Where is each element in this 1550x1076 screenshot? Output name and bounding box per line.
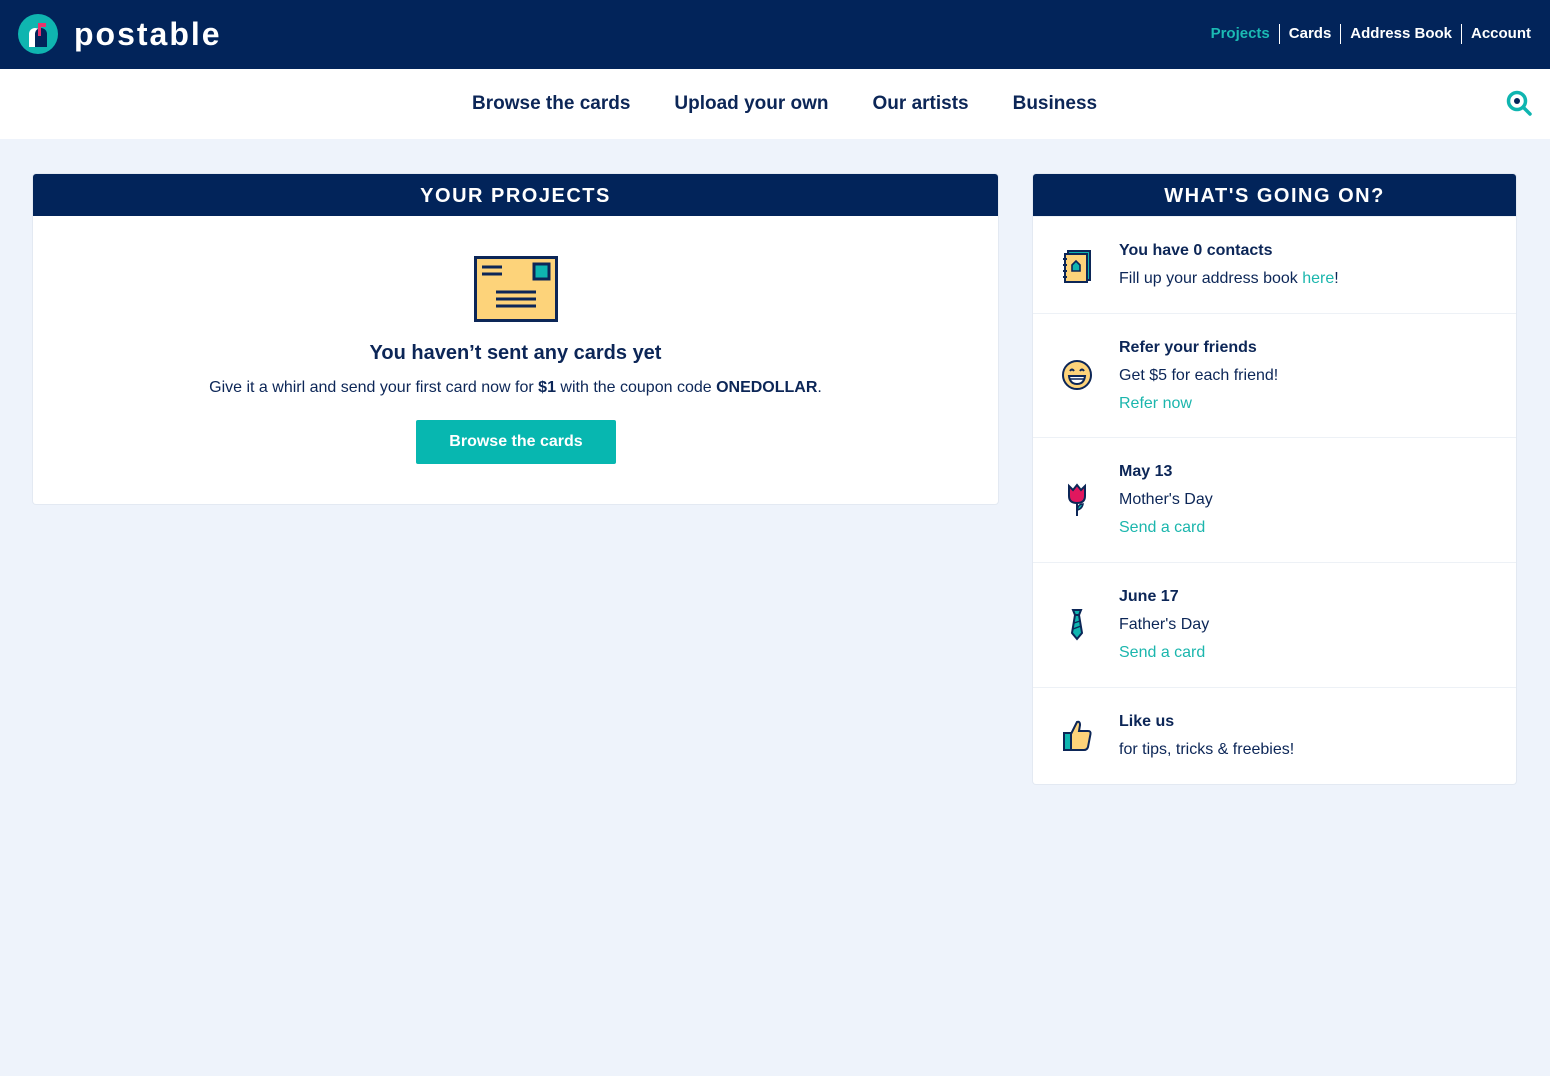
nav-address-book[interactable]: Address Book [1341,24,1461,44]
like-us-text: for tips, tricks & freebies! [1119,741,1295,758]
fathers-day-date: June 17 [1119,588,1179,605]
mothers-day-date: May 13 [1119,463,1173,480]
envelope-icon [474,256,558,322]
logo[interactable]: postable [18,14,222,54]
tie-icon [1070,609,1084,641]
contacts-title: You have 0 contacts [1119,242,1273,259]
nav-cards[interactable]: Cards [1280,24,1341,44]
empty-text-part: . [817,379,822,396]
empty-text-part: Give it a whirl and send your first card… [209,379,539,396]
nav-upload-your-own[interactable]: Upload your own [674,91,828,117]
search-icon[interactable] [1506,90,1532,116]
news-item-mothers-day: May 13 Mother's Day Send a card [1033,437,1516,562]
empty-state-text: Give it a whirl and send your first card… [33,379,998,397]
smiley-icon [1062,360,1092,390]
browse-cards-button[interactable]: Browse the cards [416,420,616,464]
empty-text-part: with the coupon code [555,379,717,396]
brand-name: postable [74,16,222,52]
contacts-text-part: Fill up your address book [1119,270,1303,287]
nav-business[interactable]: Business [1013,91,1097,117]
projects-panel: YOUR PROJECTS You haven’t sent any cards… [33,174,998,504]
news-item-refer: Refer your friends Get $5 for each frien… [1033,313,1516,437]
price: $1 [538,379,556,396]
contacts-text-part: ! [1334,270,1339,287]
mothers-day-label: Mother's Day [1119,491,1213,508]
empty-state-title: You haven’t sent any cards yet [369,342,662,364]
address-book-link[interactable]: here [1302,270,1334,287]
news-item-like-us[interactable]: Like us for tips, tricks & freebies! [1033,687,1516,784]
fathers-day-send-link[interactable]: Send a card [1119,644,1205,661]
news-item-contacts: You have 0 contacts Fill up your address… [1033,216,1516,313]
whats-going-on-panel: WHAT'S GOING ON? You have 0 contacts Fil… [1033,174,1516,784]
nav-projects[interactable]: Projects [1202,24,1279,44]
news-title: WHAT'S GOING ON? [1033,174,1516,216]
nav-browse-cards[interactable]: Browse the cards [472,91,630,117]
fathers-day-label: Father's Day [1119,616,1210,633]
address-book-icon [1063,250,1091,283]
account-nav: Projects Cards Address Book Account [1202,24,1531,44]
nav-our-artists[interactable]: Our artists [873,91,969,117]
projects-title: YOUR PROJECTS [33,174,998,216]
nav-account[interactable]: Account [1462,24,1531,44]
contacts-text: Fill up your address book here! [1119,265,1339,293]
mothers-day-send-link[interactable]: Send a card [1119,519,1205,536]
thumbs-up-icon [1063,720,1092,751]
mailbox-logo-icon [18,14,58,54]
like-us-title: Like us [1119,713,1175,730]
coupon-code: ONEDOLLAR [716,379,818,396]
refer-now-link[interactable]: Refer now [1119,395,1192,412]
refer-title: Refer your friends [1119,339,1257,356]
top-bar: postable Projects Cards Address Book Acc… [0,0,1550,69]
tulip-icon [1068,483,1086,516]
news-item-fathers-day: June 17 Father's Day Send a card [1033,562,1516,687]
main-nav: Browse the cards Upload your own Our art… [0,69,1550,139]
refer-text: Get $5 for each friend! [1119,367,1279,384]
